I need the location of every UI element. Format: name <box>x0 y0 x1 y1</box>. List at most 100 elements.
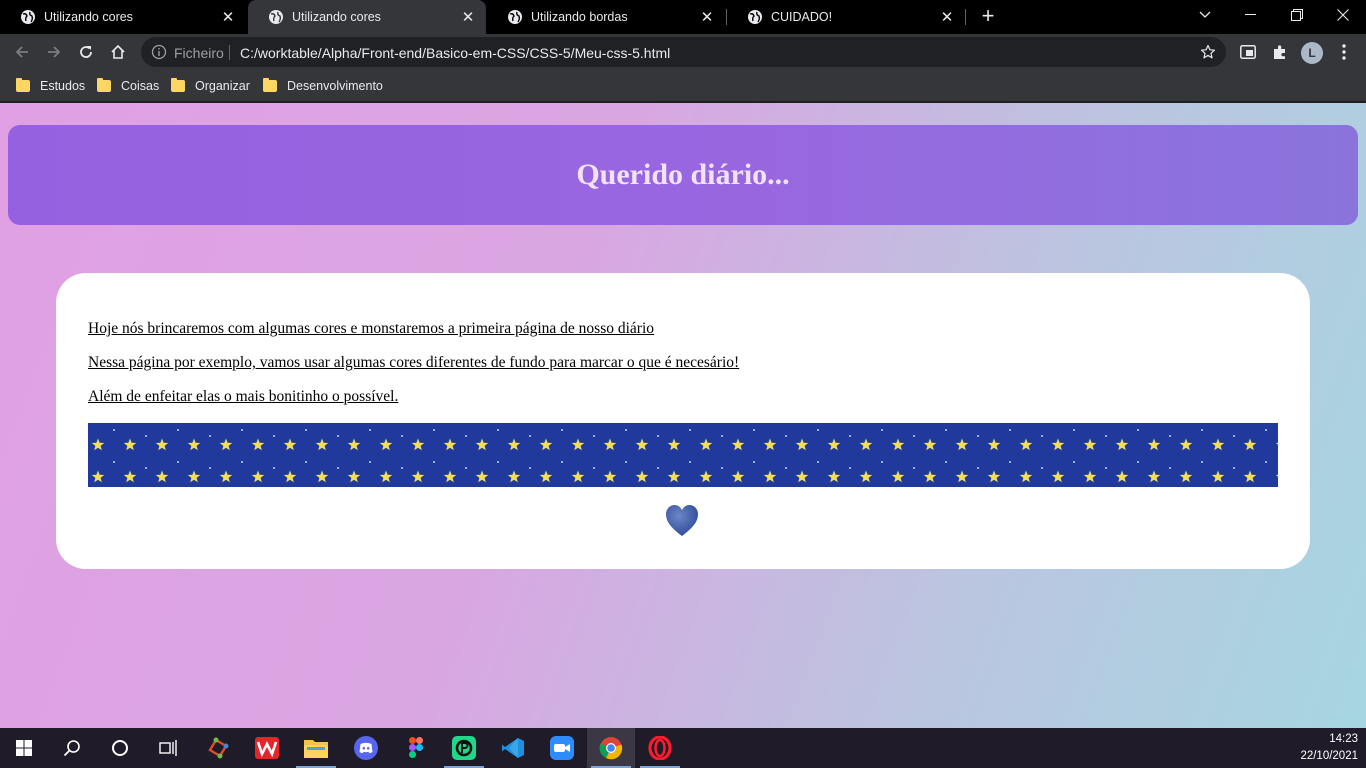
star-shape <box>635 470 649 483</box>
forward-arrow-icon[interactable] <box>40 38 68 66</box>
system-clock[interactable]: 14:23 22/10/2021 <box>1300 731 1358 765</box>
star-shape <box>347 470 361 483</box>
star-shape <box>347 438 361 451</box>
bookmark-label: Coisas <box>121 79 160 93</box>
star-shape <box>315 470 329 483</box>
zoom-icon[interactable] <box>538 728 586 768</box>
close-window-icon[interactable] <box>1320 0 1366 30</box>
star-shape <box>1083 438 1097 451</box>
cortana-icon[interactable] <box>96 728 144 768</box>
discord-icon[interactable] <box>342 728 390 768</box>
star-shape <box>1179 470 1193 483</box>
pycharm-icon[interactable] <box>440 728 488 768</box>
chrome-icon[interactable] <box>587 728 635 768</box>
sparkle-dot <box>849 435 851 437</box>
star-shape <box>1019 438 1033 451</box>
reading-mode-icon[interactable] <box>1238 42 1258 62</box>
globe-icon <box>268 9 284 25</box>
task-view-icon[interactable] <box>144 728 192 768</box>
star-shape <box>1211 470 1225 483</box>
sparkle-dot <box>657 435 659 437</box>
star-shape <box>795 438 809 451</box>
minimize-icon[interactable] <box>1228 0 1274 30</box>
extensions-puzzle-icon[interactable] <box>1270 42 1290 62</box>
browser-tab-3[interactable]: Utilizando bordas ✕ <box>487 0 725 34</box>
close-tab-icon[interactable]: ✕ <box>460 9 476 26</box>
sparkle-dot <box>113 461 115 463</box>
star-shape <box>923 470 937 483</box>
sparkle-dot <box>1201 461 1203 463</box>
star-shape <box>603 470 617 483</box>
new-tab-button[interactable]: + <box>976 5 1000 29</box>
tab-title: Utilizando cores <box>44 10 133 24</box>
sparkle-dot <box>369 461 371 463</box>
sparkle-dot <box>689 461 691 463</box>
sparkle-dot <box>977 467 979 469</box>
home-icon[interactable] <box>104 38 132 66</box>
bookmark-folder-coisas[interactable]: Coisas <box>97 77 159 95</box>
diary-header: Querido diário... <box>8 125 1358 225</box>
browser-tab-2[interactable]: Utilizando cores ✕ <box>248 0 486 34</box>
sparkle-dot <box>881 429 883 431</box>
close-tab-icon[interactable]: ✕ <box>699 9 715 26</box>
bookmark-star-icon[interactable] <box>1200 44 1216 60</box>
figma-icon[interactable] <box>392 728 440 768</box>
star-shape <box>1019 470 1033 483</box>
star-shape <box>891 470 905 483</box>
star-shape <box>507 438 521 451</box>
diary-paragraph: Hoje nós brincaremos com algumas cores e… <box>88 320 655 337</box>
sparkle-dot <box>721 467 723 469</box>
sparkle-dot <box>1201 429 1203 431</box>
more-menu-icon[interactable] <box>1334 42 1354 62</box>
url-text[interactable]: C:/worktable/Alpha/Front-end/Basico-em-C… <box>240 45 670 61</box>
star-shape <box>955 438 969 451</box>
starry-banner <box>88 423 1278 487</box>
sparkle-dot <box>465 435 467 437</box>
file-explorer-icon[interactable] <box>292 728 340 768</box>
reload-icon[interactable] <box>72 38 100 66</box>
restore-icon[interactable] <box>1274 0 1320 30</box>
close-tab-icon[interactable]: ✕ <box>939 9 955 26</box>
sparkle-dot <box>785 435 787 437</box>
sparkle-dot <box>337 435 339 437</box>
browser-tab-4[interactable]: CUIDADO! ✕ <box>727 0 965 34</box>
vscode-icon[interactable] <box>489 728 537 768</box>
close-tab-icon[interactable]: ✕ <box>220 9 236 26</box>
bookmark-folder-organizar[interactable]: Organizar <box>171 77 250 95</box>
sparkle-dot <box>433 429 435 431</box>
star-shape <box>795 470 809 483</box>
opera-icon[interactable] <box>636 728 684 768</box>
sparkle-dot <box>657 467 659 469</box>
bookmark-folder-desenvolvimento[interactable]: Desenvolvimento <box>263 77 383 95</box>
wps-office-icon[interactable] <box>243 728 291 768</box>
star-shape <box>315 438 329 451</box>
git-icon[interactable] <box>194 728 242 768</box>
star-shape <box>411 470 425 483</box>
tab-search-icon[interactable] <box>1182 0 1228 30</box>
star-shape <box>667 438 681 451</box>
address-bar[interactable]: Ficheiro C:/worktable/Alpha/Front-end/Ba… <box>141 37 1226 67</box>
back-arrow-icon[interactable] <box>8 38 36 66</box>
star-shape <box>827 470 841 483</box>
heart-icon <box>664 503 700 539</box>
folder-icon <box>171 78 185 92</box>
star-shape <box>539 438 553 451</box>
bookmark-folder-estudos[interactable]: Estudos <box>16 77 85 95</box>
star-shape <box>379 438 393 451</box>
star-shape <box>1243 438 1257 451</box>
sparkle-dot <box>145 435 147 437</box>
sparkle-dot <box>177 461 179 463</box>
file-scheme-label: Ficheiro <box>174 45 224 61</box>
star-shape <box>571 438 585 451</box>
star-shape <box>443 438 457 451</box>
profile-avatar[interactable]: L <box>1301 42 1323 64</box>
windows-start-icon[interactable] <box>0 728 48 768</box>
browser-tab-1[interactable]: Utilizando cores ✕ <box>0 0 246 34</box>
sparkle-dot <box>1169 435 1171 437</box>
star-shape <box>123 470 137 483</box>
star-shape <box>731 438 745 451</box>
search-icon[interactable] <box>48 728 96 768</box>
sparkle-dot <box>1073 429 1075 431</box>
info-icon[interactable] <box>151 44 167 60</box>
star-shape <box>155 438 169 451</box>
